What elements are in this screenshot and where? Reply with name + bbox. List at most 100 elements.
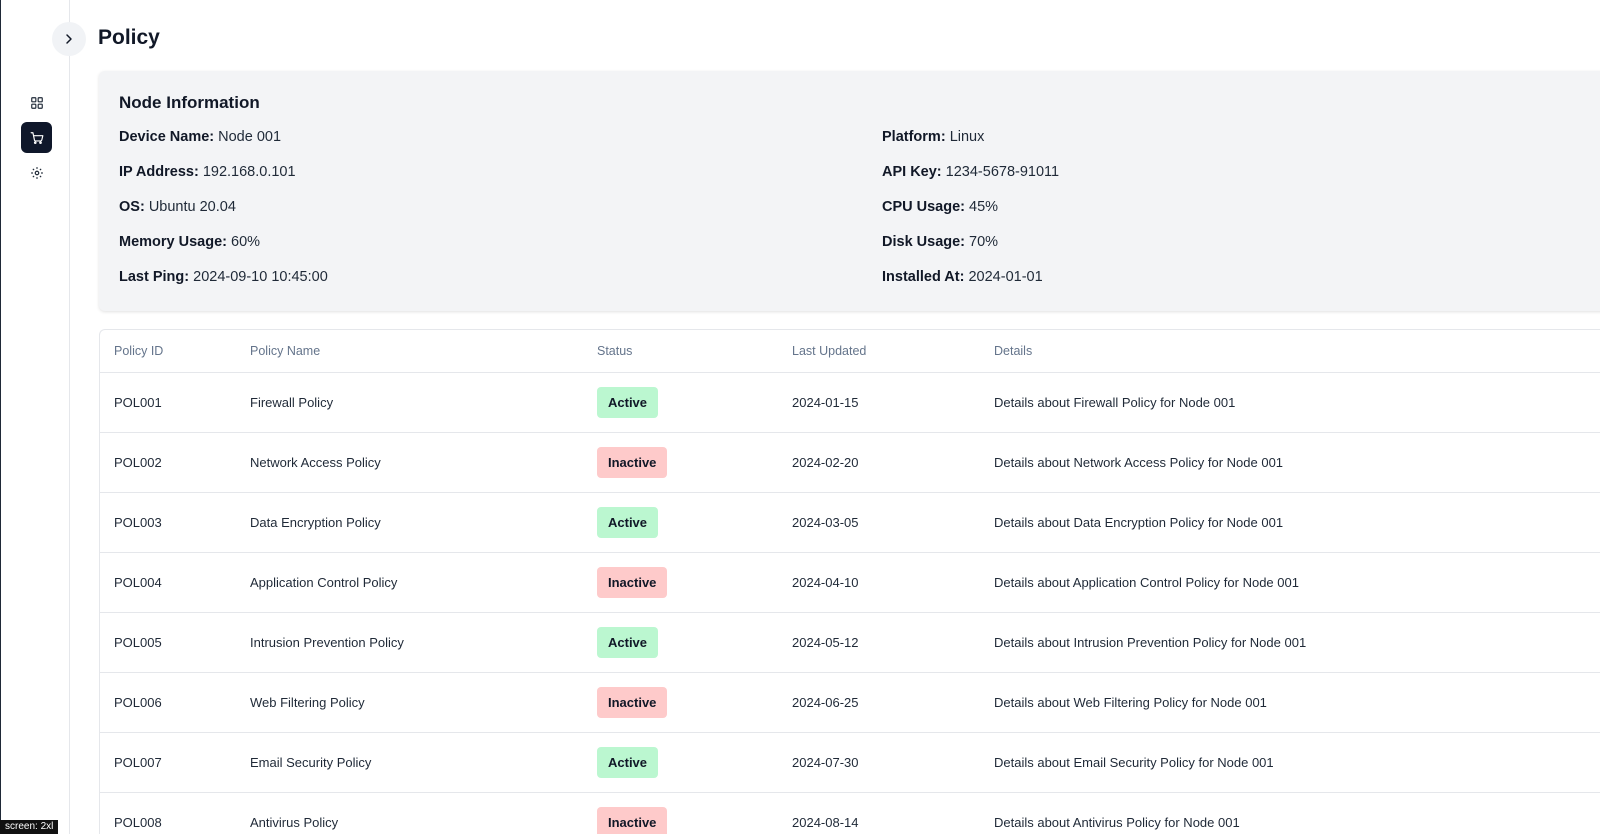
- node-info-value: 192.168.0.101: [202, 164, 296, 180]
- policy-name-cell: Web Filtering Policy: [250, 672, 597, 733]
- node-info-label: Memory Usage:: [119, 234, 227, 250]
- node-info-right-column: Platform: Linux API Key: 1234-5678-91011 C…: [882, 129, 1059, 304]
- status-cell: Inactive: [597, 432, 792, 493]
- last-updated-cell: 2024-03-05: [792, 492, 994, 553]
- details-cell: Details about Web Filtering Policy for N…: [994, 672, 1600, 733]
- table-row[interactable]: POL003 Data Encryption Policy Active 2024-0…: [100, 492, 1600, 553]
- node-info-item: Memory Usage: 60%: [119, 234, 328, 269]
- table-row[interactable]: POL004 Application Control Policy Inactive…: [100, 552, 1600, 613]
- node-info-label: API Key:: [882, 164, 942, 180]
- table-row[interactable]: POL006 Web Filtering Policy Inactive 2024-0…: [100, 672, 1600, 733]
- table-row[interactable]: POL007 Email Security Policy Active 2024-07…: [100, 732, 1600, 793]
- column-header-last-updated[interactable]: Last Updated: [792, 330, 994, 373]
- node-info-item: API Key: 1234-5678-91011: [882, 164, 1059, 199]
- dashboard-icon: [30, 96, 43, 109]
- column-header-policy-name[interactable]: Policy Name: [250, 330, 597, 373]
- policy-name-cell: Email Security Policy: [250, 732, 597, 793]
- status-cell: Active: [597, 372, 792, 433]
- policy-table-container: Policy ID Policy Name Status Last Update…: [99, 329, 1600, 834]
- column-header-details[interactable]: Details: [994, 330, 1600, 373]
- node-info-item: Platform: Linux: [882, 129, 1059, 164]
- app-frame: Policy Node Information Device Name: Nod…: [0, 0, 1600, 834]
- policy-id-cell: POL001: [100, 372, 250, 433]
- node-info-value: Node 001: [218, 129, 282, 145]
- sidebar: [0, 0, 70, 834]
- details-cell: Details about Email Security Policy for …: [994, 732, 1600, 793]
- policy-id-cell: POL006: [100, 672, 250, 733]
- sidebar-item-dashboard[interactable]: [21, 87, 52, 118]
- node-info-value: Ubuntu 20.04: [148, 199, 236, 215]
- table-row[interactable]: POL002 Network Access Policy Inactive 2024-…: [100, 432, 1600, 493]
- status-badge: Inactive: [597, 566, 668, 598]
- node-info-value: 60%: [231, 234, 261, 250]
- details-cell: Details about Application Control Policy…: [994, 552, 1600, 613]
- policy-name-cell: Antivirus Policy: [250, 792, 597, 834]
- column-header-status[interactable]: Status: [597, 330, 792, 373]
- node-info-item: Disk Usage: 70%: [882, 234, 1059, 269]
- status-cell: Active: [597, 612, 792, 673]
- policy-id-cell: POL008: [100, 792, 250, 834]
- details-cell: Details about Antivirus Policy for Node …: [994, 792, 1600, 834]
- details-cell: Details about Data Encryption Policy for…: [994, 492, 1600, 553]
- status-cell: Inactive: [597, 672, 792, 733]
- status-badge: Inactive: [597, 806, 668, 834]
- screen-size-indicator: screen: 2xl: [0, 820, 59, 834]
- node-information-card: Node Information Device Name: Node 001 IP…: [99, 71, 1600, 311]
- policy-id-cell: POL002: [100, 432, 250, 493]
- table-row[interactable]: POL005 Intrusion Prevention Policy Active 2…: [100, 612, 1600, 673]
- details-cell: Details about Firewall Policy for Node 0…: [994, 372, 1600, 433]
- sidebar-item-cart[interactable]: [21, 122, 52, 153]
- node-info-item: Last Ping: 2024-09-10 10:45:00: [119, 269, 328, 304]
- policy-id-cell: POL004: [100, 552, 250, 613]
- status-cell: Inactive: [597, 552, 792, 613]
- status-badge: Inactive: [597, 686, 668, 718]
- node-info-left-column: Device Name: Node 001 IP Address: 192.168…: [119, 129, 328, 304]
- last-updated-cell: 2024-01-15: [792, 372, 994, 433]
- cart-icon: [30, 131, 43, 144]
- table-row[interactable]: POL008 Antivirus Policy Inactive 2024-08-14…: [100, 792, 1600, 834]
- status-cell: Inactive: [597, 792, 792, 834]
- node-info-label: IP Address:: [119, 164, 199, 180]
- column-header-policy-id[interactable]: Policy ID: [100, 330, 250, 373]
- node-info-value: 70%: [969, 234, 999, 250]
- policy-name-cell: Firewall Policy: [250, 372, 597, 433]
- policy-id-cell: POL007: [100, 732, 250, 793]
- node-info-label: CPU Usage:: [882, 199, 965, 215]
- last-updated-cell: 2024-08-14: [792, 792, 994, 834]
- node-info-value: 45%: [969, 199, 999, 215]
- node-info-label: Disk Usage:: [882, 234, 966, 250]
- node-info-label: Platform:: [882, 129, 946, 145]
- policy-id-cell: POL005: [100, 612, 250, 673]
- node-info-value: 2024-09-10 10:45:00: [193, 269, 328, 285]
- gear-icon: [30, 166, 43, 179]
- node-info-value: 1234-5678-91011: [945, 164, 1060, 180]
- status-badge: Inactive: [597, 446, 668, 478]
- sidebar-toggle-button[interactable]: [52, 22, 86, 56]
- table-row[interactable]: POL001 Firewall Policy Active 2024-01-15 Det…: [100, 372, 1600, 433]
- policy-table: Policy ID Policy Name Status Last Update…: [100, 330, 1600, 834]
- node-info-label: Installed At:: [882, 269, 965, 285]
- policy-name-cell: Network Access Policy: [250, 432, 597, 493]
- policy-name-cell: Intrusion Prevention Policy: [250, 612, 597, 673]
- node-info-item: CPU Usage: 45%: [882, 199, 1059, 234]
- node-info-label: Last Ping:: [119, 269, 190, 285]
- status-badge: Active: [597, 506, 659, 538]
- status-badge: Active: [597, 626, 659, 658]
- last-updated-cell: 2024-06-25: [792, 672, 994, 733]
- node-info-item: IP Address: 192.168.0.101: [119, 164, 328, 199]
- node-info-item: Installed At: 2024-01-01: [882, 269, 1059, 304]
- node-info-item: OS: Ubuntu 20.04: [119, 199, 328, 234]
- node-info-label: OS:: [119, 199, 145, 215]
- node-information-heading: Node Information: [119, 93, 260, 112]
- policy-id-cell: POL003: [100, 492, 250, 553]
- details-cell: Details about Intrusion Prevention Polic…: [994, 612, 1600, 673]
- status-badge: Active: [597, 746, 659, 778]
- chevron-right-icon: [66, 34, 72, 44]
- sidebar-item-settings[interactable]: [21, 157, 52, 188]
- status-cell: Active: [597, 492, 792, 553]
- policy-name-cell: Data Encryption Policy: [250, 492, 597, 553]
- status-badge: Active: [597, 386, 659, 418]
- policy-name-cell: Application Control Policy: [250, 552, 597, 613]
- table-header-row: Policy ID Policy Name Status Last Update…: [100, 330, 1600, 373]
- node-info-label: Device Name:: [119, 129, 215, 145]
